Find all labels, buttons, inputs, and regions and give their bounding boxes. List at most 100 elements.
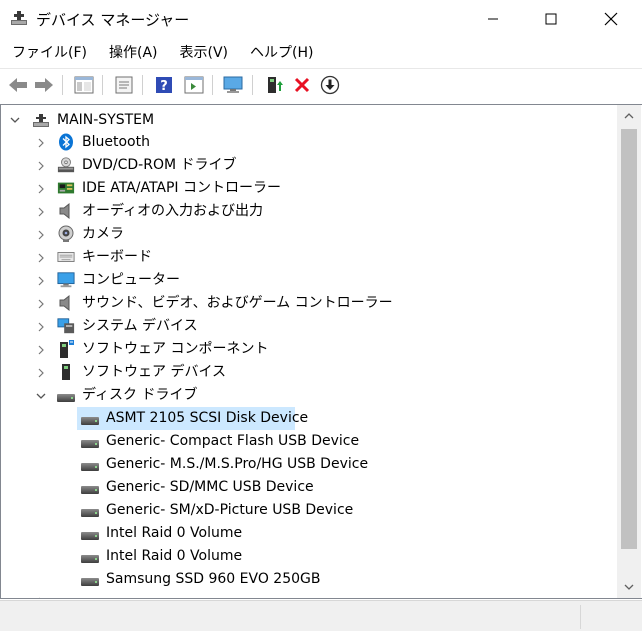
menu-action[interactable]: 操作(A) — [97, 40, 168, 66]
menu-help[interactable]: ヘルプ(H) — [238, 40, 323, 66]
tree-root-label: MAIN-SYSTEM — [57, 112, 155, 128]
disk-drive-icon — [81, 435, 99, 453]
action-pane-icon[interactable] — [182, 73, 206, 97]
status-divider — [580, 605, 581, 629]
forward-arrow-icon[interactable] — [32, 73, 56, 97]
tree-category[interactable]: オーディオの入力および出力 — [1, 200, 616, 223]
category-label: カメラ — [82, 226, 124, 242]
tree-category[interactable]: システム デバイス — [1, 315, 616, 338]
status-bar — [0, 600, 642, 631]
category-label: コンピューター — [82, 272, 180, 288]
chevron-right-icon[interactable] — [35, 596, 47, 598]
tree-category[interactable]: キーボード — [1, 246, 616, 269]
chevron-right-icon[interactable] — [35, 206, 47, 218]
tree-device[interactable]: Generic- SM/xD-Picture USB Device — [77, 499, 377, 522]
chevron-right-icon[interactable] — [35, 367, 47, 379]
toolbar-separator — [142, 75, 143, 95]
tree-category[interactable]: ソフトウェア コンポーネント — [1, 338, 616, 361]
tree-category[interactable]: IDE ATA/ATAPI コントローラー — [1, 177, 616, 200]
help-icon[interactable]: ? — [152, 73, 176, 97]
device-label: Generic- M.S./M.S.Pro/HG USB Device — [106, 456, 369, 472]
scrollbar-thumb[interactable] — [621, 129, 637, 549]
category-label: DVD/CD-ROM ドライブ — [82, 157, 237, 173]
tree-category[interactable]: コンピューター — [1, 269, 616, 292]
tree-category[interactable]: DVD/CD-ROM ドライブ — [1, 154, 616, 177]
scroll-up-arrow-icon[interactable] — [617, 105, 641, 127]
ide-controller-icon — [57, 179, 75, 197]
disk-drive-icon — [81, 412, 99, 430]
disk-drive-icon — [57, 389, 75, 407]
disk-drive-icon — [81, 504, 99, 522]
chevron-right-icon[interactable] — [35, 252, 47, 264]
toolbar: ? — [0, 68, 642, 100]
disk-drive-icon — [81, 481, 99, 499]
chevron-down-icon[interactable] — [35, 390, 47, 402]
optical-drive-icon — [57, 156, 75, 174]
tree-device[interactable]: Intel Raid 0 Volume — [77, 545, 377, 568]
category-label: IDE ATA/ATAPI コントローラー — [82, 180, 282, 196]
disk-drive-icon — [81, 458, 99, 476]
monitor-icon — [57, 271, 75, 289]
window-title: デバイス マネージャー — [36, 11, 190, 29]
scan-hardware-icon[interactable] — [222, 73, 246, 97]
tree-device[interactable]: Intel Raid 0 Volume — [77, 522, 377, 545]
device-manager-icon — [10, 9, 28, 27]
device-label: ASMT 2105 SCSI Disk Device — [106, 410, 309, 426]
speaker-icon — [57, 294, 75, 312]
maximize-button[interactable] — [528, 0, 574, 38]
chevron-right-icon[interactable] — [35, 275, 47, 287]
chevron-down-icon[interactable] — [9, 114, 21, 126]
disk-drive-icon — [81, 550, 99, 568]
chevron-right-icon[interactable] — [35, 160, 47, 172]
category-label: ソフトウェア デバイス — [82, 364, 227, 380]
tree-category[interactable]: ソフトウェア デバイス — [1, 361, 616, 384]
svg-text:?: ? — [160, 79, 168, 94]
close-button[interactable] — [588, 0, 634, 38]
download-circle-icon[interactable] — [318, 73, 342, 97]
device-tree[interactable]: MAIN-SYSTEM Bluetooth DVD/CD-ROM ドライブ ID… — [0, 104, 642, 599]
category-label: システム デバイス — [82, 318, 198, 334]
tree-device[interactable]: Generic- Compact Flash USB Device — [77, 430, 377, 453]
camera-icon — [57, 225, 75, 243]
toolbar-separator — [102, 75, 103, 95]
chevron-right-icon[interactable] — [35, 137, 47, 149]
chevron-right-icon[interactable] — [35, 183, 47, 195]
minimize-button[interactable] — [470, 0, 516, 38]
chevron-right-icon[interactable] — [35, 298, 47, 310]
chevron-right-icon[interactable] — [35, 321, 47, 333]
title-bar: デバイス マネージャー — [0, 0, 642, 38]
tree-device-selected[interactable]: ASMT 2105 SCSI Disk Device — [77, 407, 308, 430]
console-tree-icon[interactable] — [72, 73, 96, 97]
toolbar-separator — [62, 75, 63, 95]
vertical-scrollbar[interactable] — [617, 105, 641, 598]
device-label: Samsung SSD 960 EVO 250GB — [106, 571, 321, 587]
menu-view[interactable]: 表示(V) — [168, 40, 239, 66]
properties-icon[interactable] — [112, 73, 136, 97]
device-label: Generic- SD/MMC USB Device — [106, 479, 314, 495]
tree-category-partial[interactable] — [1, 593, 301, 598]
back-arrow-icon[interactable] — [6, 73, 30, 97]
tree-category[interactable]: Bluetooth — [1, 131, 616, 154]
keyboard-icon — [57, 248, 75, 266]
toolbar-separator — [252, 75, 253, 95]
speaker-icon — [57, 202, 75, 220]
device-label: Intel Raid 0 Volume — [106, 548, 243, 564]
menu-bar: ファイル(F) 操作(A) 表示(V) ヘルプ(H) — [0, 40, 642, 66]
menu-file[interactable]: ファイル(F) — [0, 40, 97, 66]
tree-category[interactable]: サウンド、ビデオ、およびゲーム コントローラー — [1, 292, 616, 315]
tree-category-expanded[interactable]: ディスク ドライブ — [1, 384, 616, 407]
tree-category[interactable]: カメラ — [1, 223, 616, 246]
tree-device[interactable]: Generic- M.S./M.S.Pro/HG USB Device — [77, 453, 377, 476]
scroll-down-arrow-icon[interactable] — [617, 576, 641, 598]
software-device-icon — [57, 363, 75, 381]
tree-root[interactable]: MAIN-SYSTEM — [1, 108, 616, 131]
tree-device[interactable]: Generic- SD/MMC USB Device — [77, 476, 377, 499]
chevron-right-icon[interactable] — [35, 229, 47, 241]
chevron-right-icon[interactable] — [35, 344, 47, 356]
category-label: オーディオの入力および出力 — [82, 203, 264, 219]
software-component-icon — [57, 340, 75, 358]
uninstall-x-icon[interactable] — [290, 73, 314, 97]
tree-device[interactable]: Samsung SSD 960 EVO 250GB — [77, 568, 377, 591]
device-label: Generic- Compact Flash USB Device — [106, 433, 360, 449]
update-driver-icon[interactable] — [262, 73, 286, 97]
